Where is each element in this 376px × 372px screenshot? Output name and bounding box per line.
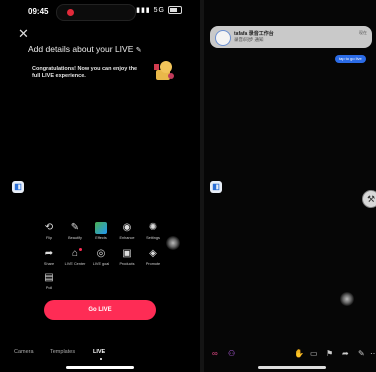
notification-subtitle: 录音/同步 通知 — [234, 37, 264, 42]
settings-icon: ✺ — [148, 222, 158, 233]
home-indicator[interactable] — [66, 366, 134, 369]
co-host-icon[interactable]: ∞ — [212, 349, 218, 359]
camera-shortcut-icon[interactable]: ◧ — [12, 181, 24, 193]
live-setup-screen: 09:45 ▮▮▮ 5G ✕ Add details about your LI… — [0, 0, 200, 372]
trophy-icon — [154, 61, 174, 80]
notification-dot — [79, 248, 82, 251]
recording-indicator-icon — [67, 9, 74, 16]
touch-indicator — [340, 292, 354, 306]
home-indicator[interactable] — [258, 366, 326, 369]
hand-icon[interactable]: ✋ — [294, 349, 304, 359]
promo-text: Congratulations! Now you can enjoy the f… — [32, 66, 138, 79]
app-icon — [215, 30, 231, 46]
network-label: 5G — [153, 6, 165, 14]
tool-settings[interactable]: ✺ Settings — [140, 222, 166, 240]
touch-indicator — [166, 236, 180, 250]
close-icon[interactable]: ✕ — [18, 27, 29, 40]
tool-enhance[interactable]: ◉ Enhance — [114, 222, 140, 240]
assistive-touch-icon[interactable]: ⚒ — [362, 190, 376, 208]
products-icon: ▣ — [122, 248, 132, 259]
info-pill[interactable]: tap to go live — [335, 55, 366, 63]
tool-poll[interactable]: ▤ Poll — [36, 272, 62, 290]
tool-live-center[interactable]: ⌂ LIVE Center — [62, 248, 88, 266]
page-title[interactable]: Add details about your LIVE ✎ — [28, 44, 142, 54]
more-icon[interactable]: ⋯ — [370, 349, 376, 359]
tab-camera[interactable]: Camera — [14, 349, 34, 355]
edit-icon[interactable]: ✎ — [358, 349, 365, 359]
live-bottom-bar: ∞ ⚇ ✋ ▭ ⚑ ➦ ✎ ⋯ — [204, 346, 376, 362]
tool-beautify[interactable]: ✎ Beautify — [62, 222, 88, 240]
share-icon: ➦ — [44, 248, 54, 259]
flip-camera-icon: ⟲ — [44, 222, 54, 233]
active-tab-indicator — [100, 358, 102, 360]
status-bar: 09:45 ▮▮▮ 5G — [0, 0, 200, 22]
guests-icon[interactable]: ⚇ — [228, 349, 235, 359]
effects-icon — [95, 222, 107, 234]
enhance-icon: ◉ — [122, 222, 132, 233]
tab-templates[interactable]: Templates — [50, 349, 75, 355]
status-time: 09:45 — [28, 7, 49, 16]
tab-live[interactable]: LIVE — [93, 349, 105, 355]
signal-icon: ▮▮▮ — [136, 7, 151, 14]
gift-icon[interactable]: ⚑ — [326, 349, 333, 359]
comment-icon[interactable]: ▭ — [310, 349, 318, 359]
notification-banner[interactable]: tafafa 录音工作台 录音/同步 通知 现在 — [210, 26, 372, 48]
notification-time: 现在 — [359, 30, 367, 35]
edit-pencil-icon[interactable]: ✎ — [136, 47, 142, 54]
tool-promote[interactable]: ◈ Promote — [140, 248, 166, 266]
tool-products[interactable]: ▣ Products — [114, 248, 140, 266]
notification-title: tafafa 录音工作台 — [234, 31, 274, 37]
poll-icon: ▤ — [44, 272, 54, 283]
promote-icon: ◈ — [149, 248, 157, 259]
share-icon[interactable]: ➦ — [342, 349, 349, 359]
live-stream-screen: tafafa 录音工作台 录音/同步 通知 现在 tap to go live … — [204, 0, 376, 372]
tool-live-goal[interactable]: ◎ LIVE goal — [88, 248, 114, 266]
tool-effects[interactable]: Effects — [88, 222, 114, 240]
tool-flip[interactable]: ⟲ Flip — [36, 222, 62, 240]
tool-share[interactable]: ➦ Share — [36, 248, 62, 266]
go-live-button[interactable]: Go LIVE — [44, 300, 156, 320]
battery-icon — [168, 6, 182, 14]
live-goal-icon: ◎ — [96, 248, 106, 259]
camera-shortcut-icon[interactable]: ◧ — [210, 181, 222, 193]
status-icons: ▮▮▮ 5G — [136, 6, 182, 14]
beautify-icon: ✎ — [70, 222, 80, 233]
dynamic-island — [56, 4, 136, 21]
